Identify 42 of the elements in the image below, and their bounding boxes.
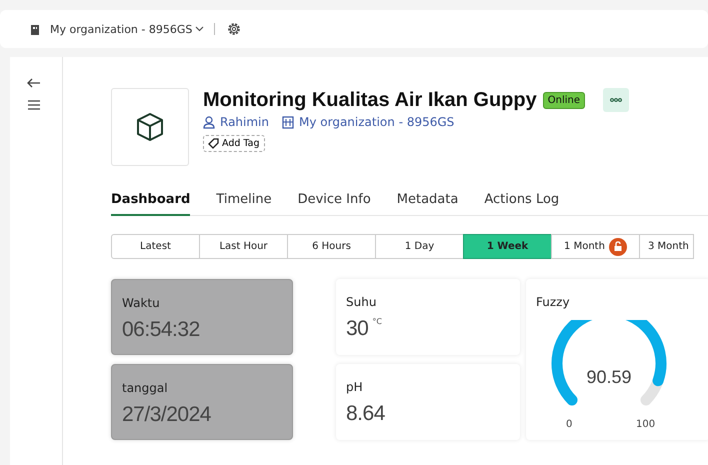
widget-label: pH (346, 380, 363, 394)
unit-label: °C (372, 317, 382, 326)
time-range-button[interactable]: 1 Day (375, 234, 464, 259)
tab[interactable]: Dashboard (111, 184, 190, 216)
time-range-button[interactable]: 1 Week (463, 234, 552, 259)
device-title: Monitoring Kualitas Air Ikan Guppy (203, 88, 537, 112)
organization-dropdown[interactable]: My organization - 8956GS (50, 22, 204, 36)
time-range-button[interactable]: 1 Month (551, 234, 640, 259)
more-button[interactable] (603, 88, 629, 112)
gauge-min-label: 0 (566, 419, 572, 430)
widget-label: Waktu (122, 296, 160, 310)
settings-icon[interactable] (227, 22, 242, 36)
widget-value: 06:54:32 (122, 318, 200, 342)
menu-icon[interactable] (28, 100, 40, 110)
widget-value: 8.64 (346, 402, 385, 426)
widget-label: Suhu (346, 295, 376, 309)
cube-icon (136, 112, 164, 142)
time-range-button[interactable]: 3 Month (639, 234, 694, 259)
tab[interactable]: Actions Log (484, 184, 560, 216)
building-icon (30, 24, 40, 34)
status-badge: Online (542, 92, 585, 108)
back-arrow-icon[interactable] (26, 78, 40, 88)
tab[interactable]: Device Info (298, 184, 371, 216)
add-tag-button[interactable]: Add Tag (203, 135, 264, 152)
tab[interactable]: Timeline (216, 184, 272, 216)
time-range-button[interactable]: 6 Hours (287, 234, 376, 259)
building-icon (282, 116, 294, 128)
user-icon (203, 116, 215, 128)
widget-value: 30 (346, 317, 368, 341)
time-range-button[interactable]: Last Hour (199, 234, 288, 259)
time-range-button[interactable]: Latest (111, 234, 200, 259)
chevron-icon (195, 26, 204, 32)
owner-link[interactable]: Rahimin (220, 115, 269, 129)
gauge-value: 90.59 (585, 367, 633, 388)
widget-label: tanggal (122, 381, 168, 395)
gauge-max-label: 100 (636, 419, 656, 430)
widget-label: Fuzzy (536, 295, 570, 309)
more-icon (610, 98, 622, 102)
widget-value: 27/3/2024 (122, 403, 211, 427)
tag-icon (208, 138, 219, 149)
tab[interactable]: Metadata (396, 184, 458, 216)
organization-link[interactable]: My organization - 8956GS (299, 115, 454, 129)
